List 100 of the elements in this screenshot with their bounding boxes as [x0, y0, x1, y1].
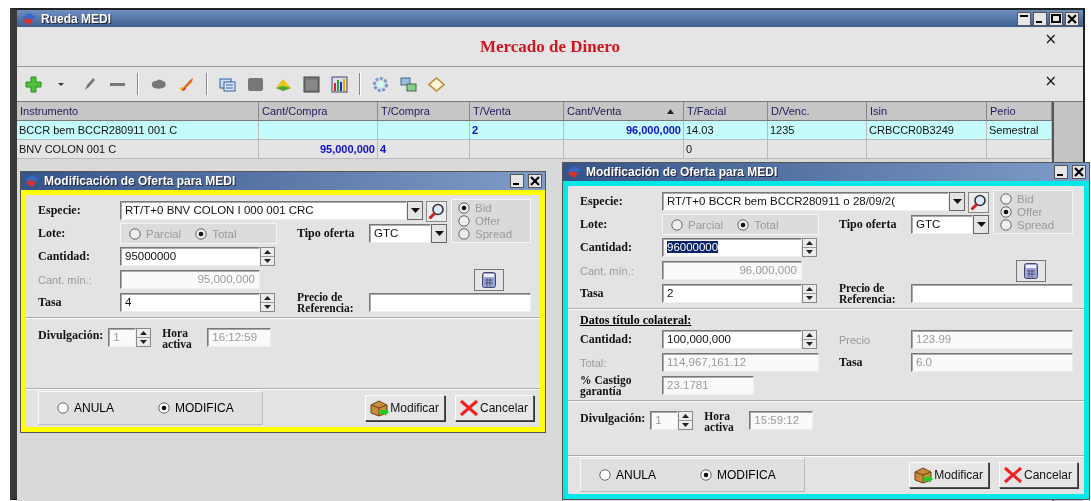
square-icon[interactable] — [247, 75, 264, 93]
box-icon — [369, 398, 390, 417]
field-label: Precio de Referencia: — [296, 291, 355, 314]
dialog-button[interactable]: Modificar — [365, 394, 445, 421]
spin-button[interactable] — [260, 247, 275, 266]
column-header[interactable]: Isin — [867, 102, 987, 121]
box-icon — [913, 465, 934, 484]
calculator-button[interactable] — [1016, 259, 1046, 282]
close-button[interactable]: × — [1044, 31, 1057, 47]
dropdown-button[interactable] — [407, 201, 423, 220]
maximize-icon[interactable] — [1049, 11, 1063, 26]
plus-icon[interactable] — [25, 75, 42, 93]
radio-label: MODIFICA — [717, 467, 776, 482]
search-button[interactable] — [968, 192, 989, 213]
dialog-button[interactable]: Cancelar — [454, 394, 534, 421]
input-field[interactable]: 4 — [120, 293, 260, 312]
app-icon — [566, 165, 582, 179]
radio-button[interactable] — [57, 401, 69, 414]
search-icon — [970, 194, 987, 211]
field-label: Cantidad: — [38, 249, 91, 264]
field-label: Tasa — [838, 355, 864, 370]
spin-arrows-icon — [137, 329, 151, 346]
column-header[interactable]: Cant/Venta — [564, 102, 684, 121]
dropdown-button[interactable] — [431, 224, 447, 243]
table-cell: BNV COLON 001 C — [17, 140, 259, 159]
field-label: Hora activa — [704, 411, 735, 433]
dialog-button[interactable]: Modificar — [909, 461, 989, 488]
app-icon — [21, 11, 37, 26]
calculator-button[interactable] — [474, 268, 504, 291]
column-header[interactable]: D/Venc. — [768, 102, 867, 121]
radio-label: Spread — [1017, 219, 1055, 231]
caret-icon — [410, 207, 420, 214]
calculator-icon — [482, 271, 496, 288]
column-header[interactable]: T/Facial — [684, 102, 768, 121]
table-row[interactable]: BNV COLON 001 C 95,000,000 4 0 — [17, 140, 1052, 159]
dropdown-button[interactable] — [973, 215, 989, 234]
close-icon[interactable] — [528, 174, 542, 188]
monitors-icon[interactable] — [400, 75, 417, 93]
minimize-icon[interactable] — [1033, 11, 1047, 26]
bar-chart-icon[interactable] — [331, 75, 348, 93]
search-button[interactable] — [426, 201, 447, 222]
input-field[interactable]: 95000000 — [120, 247, 260, 266]
radio-label: ANULA — [616, 467, 656, 482]
close-icon[interactable] — [1065, 11, 1079, 26]
spin-button[interactable] — [678, 411, 694, 430]
input-field[interactable] — [369, 293, 531, 312]
spin-arrows-icon — [803, 285, 816, 302]
input-field[interactable]: 2 — [662, 284, 802, 303]
radio-button[interactable] — [599, 468, 611, 481]
calculator-icon — [1024, 262, 1038, 279]
column-header[interactable]: T/Compra — [378, 102, 470, 121]
app-icon — [24, 174, 40, 188]
radio-label: Offer — [1017, 206, 1043, 218]
spin-arrows-icon — [679, 412, 693, 429]
column-header[interactable]: Perio — [987, 102, 1052, 121]
radio-button[interactable] — [700, 468, 712, 481]
input-field[interactable] — [911, 284, 1073, 303]
dialog-button[interactable]: Cancelar — [998, 461, 1078, 488]
window-icon[interactable] — [219, 75, 236, 93]
radio-label: Spread — [475, 228, 513, 240]
field-label: Hora activa — [162, 328, 193, 350]
restore-icon[interactable] — [1017, 11, 1031, 26]
field-label: Precio de Referencia: — [838, 282, 897, 305]
minimize-icon[interactable] — [1054, 165, 1068, 179]
column-header[interactable]: T/Venta — [470, 102, 564, 121]
panel-icon[interactable] — [303, 75, 320, 93]
dialog-title: Modificación de Oferta para MEDI — [586, 165, 779, 179]
spin-arrows-icon — [261, 248, 274, 265]
combo-field[interactable]: RT/T+0 BCCR bem BCCR280911 o 28/09/2( — [662, 192, 949, 211]
section-heading: Datos título colateral: — [580, 313, 692, 328]
radio-button[interactable] — [158, 401, 170, 414]
cross-icon — [1002, 465, 1023, 484]
column-header[interactable]: Instrumento — [17, 102, 259, 121]
field-label: Lote: — [580, 217, 609, 232]
diamond-icon[interactable] — [428, 75, 445, 93]
radio-label: Bid — [1017, 193, 1034, 205]
field-label: Lote: — [38, 226, 67, 241]
column-header[interactable]: Cant/Compra — [259, 102, 378, 121]
combo-field[interactable]: GTC — [369, 224, 431, 243]
spin-button[interactable] — [802, 284, 817, 303]
field-label: Precio — [838, 333, 872, 346]
field-label: Tipo oferta — [296, 226, 356, 241]
field-label: Especie: — [38, 203, 82, 218]
spin-button[interactable] — [802, 330, 817, 349]
radio-label: Total — [212, 227, 237, 240]
spin-button[interactable] — [260, 293, 275, 312]
input-field[interactable]: 96000000 — [662, 238, 802, 257]
table-cell: 0 — [684, 140, 768, 159]
minimize-icon[interactable] — [510, 174, 524, 188]
dialog-title: Modificación de Oferta para MEDI — [44, 174, 237, 188]
spin-button[interactable] — [802, 238, 817, 257]
radio-label: Parcial — [688, 218, 724, 231]
table-row[interactable]: BCCR bem BCCR280911 001 C 2 96,000,000 14.03 1235 CRBCCR0B3249 Semestral — [17, 121, 1052, 140]
input-field[interactable]: 100,000,000 — [662, 330, 802, 349]
close-icon[interactable] — [1072, 165, 1086, 179]
combo-field[interactable]: RT/T+0 BNV COLON I 000 001 CRC — [120, 201, 407, 220]
spin-button[interactable] — [136, 328, 152, 347]
close-button[interactable]: × — [1044, 73, 1057, 89]
combo-field[interactable]: GTC — [911, 215, 973, 234]
dropdown-button[interactable] — [949, 192, 965, 211]
